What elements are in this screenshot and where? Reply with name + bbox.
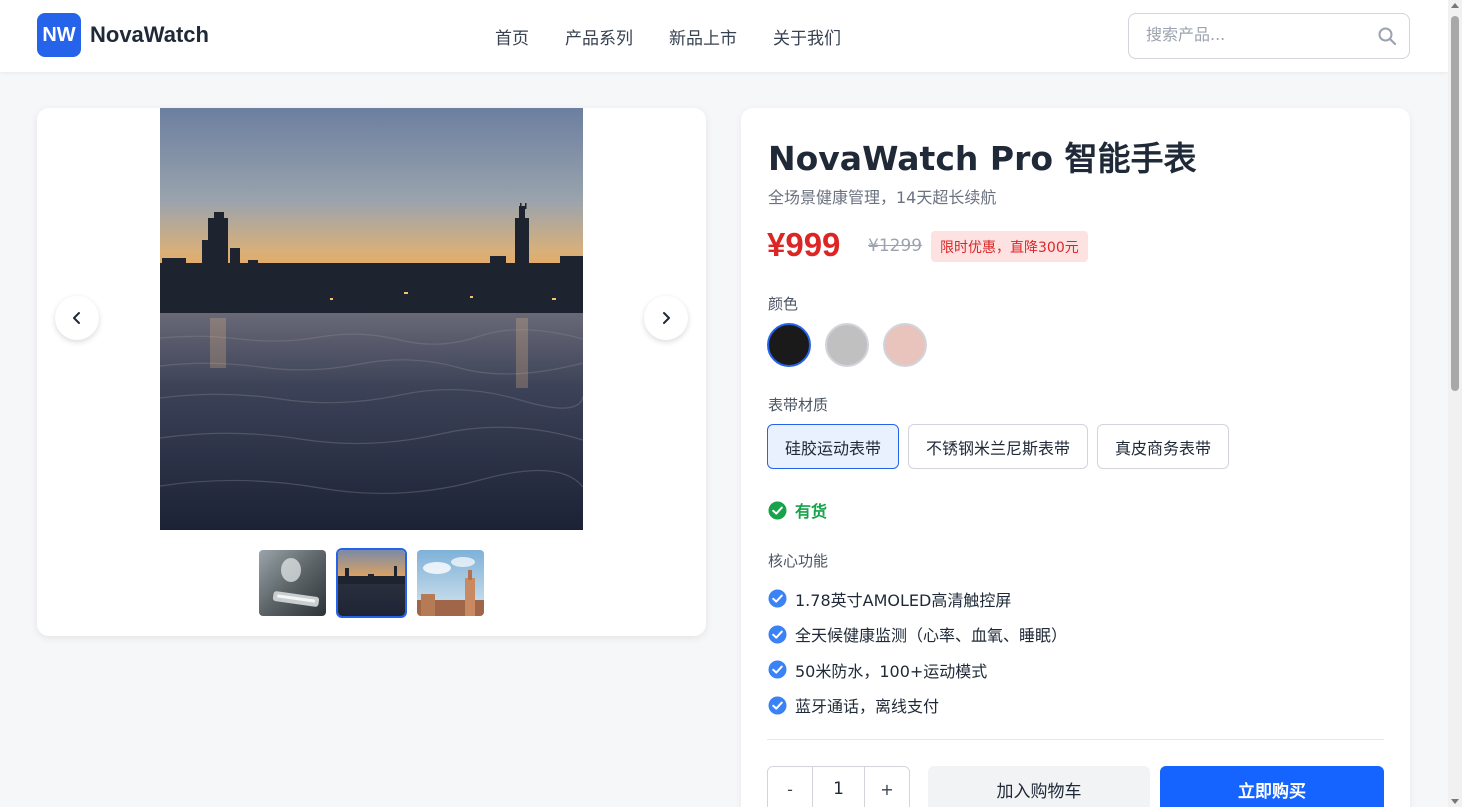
check-circle-icon — [768, 589, 787, 608]
color-options — [767, 323, 927, 367]
nav-link-home[interactable]: 首页 — [495, 24, 529, 49]
feature-text: 全天候健康监测（心率、血氧、睡眠） — [795, 626, 1068, 646]
product-title: NovaWatch Pro 智能手表 — [768, 139, 1197, 178]
nav-link-new-arrivals[interactable]: 新品上市 — [669, 24, 737, 49]
check-circle-icon — [768, 660, 787, 679]
scroll-thumb[interactable] — [1451, 16, 1459, 391]
page-scrollbar[interactable] — [1448, 0, 1462, 807]
color-swatch-black[interactable] — [767, 323, 811, 367]
thumbnail-strip — [257, 548, 486, 618]
chevron-left-icon — [73, 312, 80, 324]
feature-item: 蓝牙通话，离线支付 — [768, 688, 1067, 724]
feature-list: 1.78英寸AMOLED高清触控屏 全天候健康监测（心率、血氧、睡眠） 50米防… — [768, 581, 1067, 723]
check-circle-icon — [768, 696, 787, 715]
main-product-image — [160, 108, 583, 530]
feature-text: 50米防水，100+运动模式 — [795, 661, 988, 681]
add-to-cart-button[interactable]: 加入购物车 — [928, 766, 1150, 807]
search-box — [1128, 13, 1410, 59]
feature-item: 50米防水，100+运动模式 — [768, 652, 1067, 688]
prev-image-button[interactable] — [55, 296, 99, 340]
scroll-down-arrow[interactable] — [1451, 799, 1459, 804]
feature-text: 蓝牙通话，离线支付 — [795, 697, 940, 717]
feature-item: 1.78英寸AMOLED高清触控屏 — [768, 581, 1067, 617]
quantity-input[interactable] — [812, 767, 865, 807]
divider — [767, 739, 1384, 740]
thumbnail-2[interactable] — [336, 548, 407, 618]
strap-option-milanese[interactable]: 不锈钢米兰尼斯表带 — [908, 424, 1089, 469]
thumbnail-1[interactable] — [257, 548, 328, 618]
current-price: ¥999 — [767, 226, 841, 263]
nav-link-about[interactable]: 关于我们 — [773, 24, 841, 49]
scroll-up-arrow[interactable] — [1451, 3, 1459, 8]
thumbnail-3[interactable] — [415, 548, 486, 618]
quantity-stepper: - + — [767, 766, 910, 807]
check-circle-icon — [768, 501, 787, 519]
quantity-increase-button[interactable]: + — [865, 767, 909, 807]
strap-options: 硅胶运动表带 不锈钢米兰尼斯表带 真皮商务表带 — [767, 424, 1230, 469]
strap-option-leather[interactable]: 真皮商务表带 — [1097, 424, 1230, 469]
features-label: 核心功能 — [768, 552, 829, 570]
color-swatch-rose[interactable] — [883, 323, 927, 367]
promo-badge: 限时优惠，直降300元 — [931, 231, 1088, 262]
main-nav: 首页 产品系列 新品上市 关于我们 — [495, 24, 841, 49]
chevron-right-icon — [663, 312, 670, 324]
buy-now-button[interactable]: 立即购买 — [1160, 766, 1384, 807]
color-label: 颜色 — [768, 295, 799, 313]
product-subtitle: 全场景健康管理，14天超长续航 — [768, 188, 997, 207]
search-input[interactable] — [1146, 25, 1366, 44]
top-navbar: NW NovaWatch 首页 产品系列 新品上市 关于我们 — [0, 0, 1448, 72]
strap-option-silicone[interactable]: 硅胶运动表带 — [767, 424, 900, 469]
brand-name[interactable]: NovaWatch — [90, 22, 209, 48]
original-price: ¥1299 — [868, 236, 923, 256]
next-image-button[interactable] — [644, 296, 688, 340]
color-swatch-silver[interactable] — [825, 323, 869, 367]
stock-text: 有货 — [795, 502, 828, 521]
strap-label: 表带材质 — [768, 396, 829, 414]
feature-text: 1.78英寸AMOLED高清触控屏 — [795, 590, 1012, 610]
quantity-decrease-button[interactable]: - — [768, 767, 812, 807]
product-gallery — [37, 108, 706, 636]
feature-item: 全天候健康监测（心率、血氧、睡眠） — [768, 617, 1067, 653]
search-icon[interactable] — [1377, 26, 1397, 46]
product-info-panel: NovaWatch Pro 智能手表 全场景健康管理，14天超长续航 ¥999 … — [741, 108, 1410, 807]
logo[interactable]: NW — [37, 13, 81, 57]
nav-link-products[interactable]: 产品系列 — [565, 24, 633, 49]
stock-status: 有货 — [768, 498, 827, 522]
check-circle-icon — [768, 625, 787, 644]
